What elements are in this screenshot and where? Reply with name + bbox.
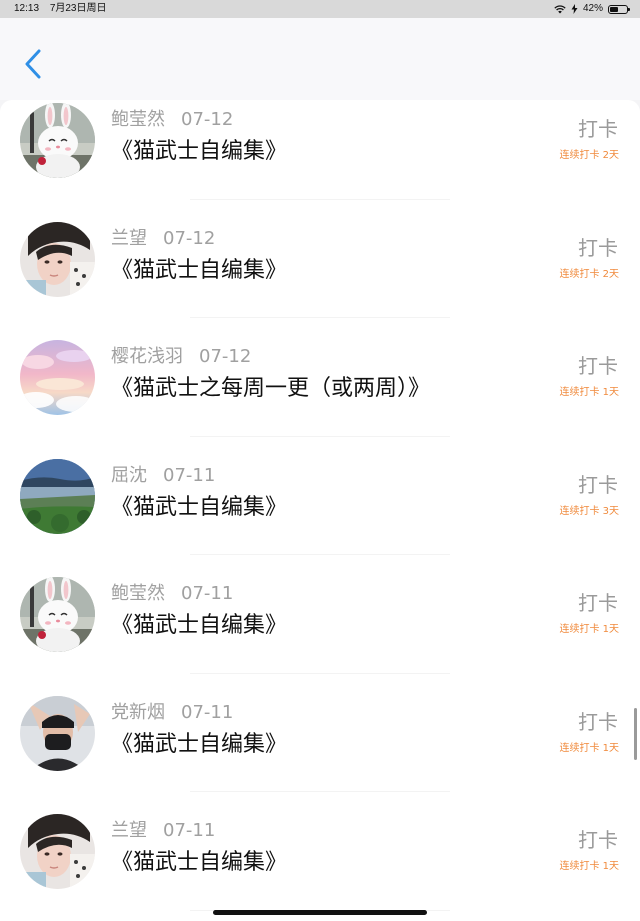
- entry-meta: 兰望 07-12: [111, 224, 215, 250]
- work-title[interactable]: 《猫武士之每周一更（或两周）》: [111, 370, 430, 402]
- checkin-label: 打卡: [578, 591, 618, 615]
- status-right: 42%: [554, 0, 630, 18]
- battery-cap: [628, 7, 630, 11]
- avatar[interactable]: [20, 695, 95, 771]
- streak-label: 连续打卡 1天: [559, 742, 619, 754]
- checkin-list-container[interactable]: 鲍莹然 07-12 《猫武士自编集》 打卡 连续打卡 2天 兰望 07-12 《猫武士自编集》…: [0, 100, 640, 921]
- status-date: 7月23日周日: [49, 3, 107, 14]
- streak-label: 连续打卡 1天: [559, 624, 619, 635]
- battery-icon: [608, 4, 630, 14]
- username[interactable]: 党新烟: [111, 702, 165, 723]
- entry-meta: 党新烟 07-11: [111, 698, 233, 724]
- entry-date: 07-11: [163, 464, 216, 486]
- entry-date: 07-11: [181, 701, 234, 723]
- status-time: 12:13: [14, 3, 40, 14]
- chevron-left-icon: [25, 49, 41, 79]
- entry-meta: 樱花浅羽 07-12: [111, 342, 251, 368]
- wifi-icon: [554, 5, 566, 14]
- username[interactable]: 鲍莹然: [111, 109, 165, 130]
- status-left: 12:13 7月23日周日: [14, 0, 107, 18]
- work-title[interactable]: 《猫武士自编集》: [111, 607, 287, 639]
- work-title[interactable]: 《猫武士自编集》: [111, 726, 287, 758]
- list-item[interactable]: 樱花浅羽 07-12 《猫武士之每周一更（或两周）》 打卡连续打卡 1天: [0, 318, 640, 437]
- entry-meta: 鲍莹然 07-12: [111, 105, 233, 131]
- entry-date: 07-11: [181, 583, 234, 604]
- username[interactable]: 鲍莹然: [111, 583, 165, 604]
- entry-date: 07-12: [181, 109, 234, 130]
- work-title[interactable]: 《猫武士自编集》: [111, 133, 287, 165]
- battery-percentage: 42%: [582, 3, 603, 14]
- nav-header: [0, 18, 640, 100]
- charging-bolt-icon: [571, 4, 578, 14]
- home-indicator[interactable]: [213, 910, 427, 915]
- list-item[interactable]: 兰望 07-11 《猫武士自编集》 打卡连续打卡 1天: [0, 792, 640, 911]
- streak-label: 连续打卡 2天: [559, 150, 619, 161]
- checkin-label: 打卡: [578, 472, 618, 497]
- list-item[interactable]: 党新烟 07-11 《猫武士自编集》 打卡连续打卡 1天: [0, 674, 640, 792]
- avatar[interactable]: [20, 340, 95, 415]
- work-title[interactable]: 《猫武士自编集》: [111, 844, 287, 876]
- username[interactable]: 兰望: [111, 820, 147, 841]
- streak-label: 连续打卡 1天: [559, 387, 619, 398]
- list-item[interactable]: 屈沈 07-11 《猫武士自编集》 打卡连续打卡 3天: [0, 437, 640, 555]
- avatar[interactable]: [20, 103, 95, 178]
- entry-date: 07-11: [163, 820, 216, 841]
- list-item[interactable]: 鲍莹然 07-12 《猫武士自编集》 打卡连续打卡 2天: [0, 100, 640, 200]
- checkin-label: 打卡: [578, 117, 618, 141]
- status-bar: 12:13 7月23日周日 42%: [0, 0, 640, 18]
- avatar[interactable]: [20, 458, 95, 534]
- entry-meta: 鲍莹然 07-11: [111, 579, 233, 605]
- streak-label: 连续打卡 3天: [559, 505, 619, 517]
- avatar[interactable]: [20, 814, 95, 889]
- checkin-label: 打卡: [578, 354, 618, 378]
- entry-meta: 兰望 07-11: [111, 816, 215, 842]
- back-button[interactable]: [20, 44, 50, 84]
- list-item[interactable]: 鲍莹然 07-11 《猫武士自编集》 打卡连续打卡 1天: [0, 555, 640, 674]
- work-title[interactable]: 《猫武士自编集》: [111, 489, 287, 521]
- username[interactable]: 兰望: [111, 228, 147, 249]
- username[interactable]: 屈沈: [111, 465, 147, 486]
- checkin-list: 鲍莹然 07-12 《猫武士自编集》 打卡 连续打卡 2天 兰望 07-12 《猫武士自编集》…: [0, 100, 640, 911]
- streak-label: 连续打卡 1天: [559, 861, 619, 872]
- entry-date: 07-12: [163, 227, 216, 249]
- battery-level-fill: [610, 6, 618, 12]
- checkin-label: 打卡: [578, 828, 618, 852]
- avatar[interactable]: [20, 577, 95, 652]
- avatar[interactable]: [20, 221, 95, 297]
- checkin-label: 打卡: [578, 235, 618, 260]
- work-title[interactable]: 《猫武士自编集》: [111, 252, 287, 284]
- username[interactable]: 樱花浅羽: [111, 346, 183, 367]
- streak-label: 连续打卡 2天: [559, 268, 619, 280]
- entry-meta: 屈沈 07-11: [111, 461, 215, 487]
- checkin-label: 打卡: [578, 709, 618, 734]
- scrollbar[interactable]: [634, 708, 637, 760]
- list-item[interactable]: 兰望 07-12 《猫武士自编集》 打卡连续打卡 2天: [0, 200, 640, 318]
- entry-date: 07-12: [199, 346, 252, 367]
